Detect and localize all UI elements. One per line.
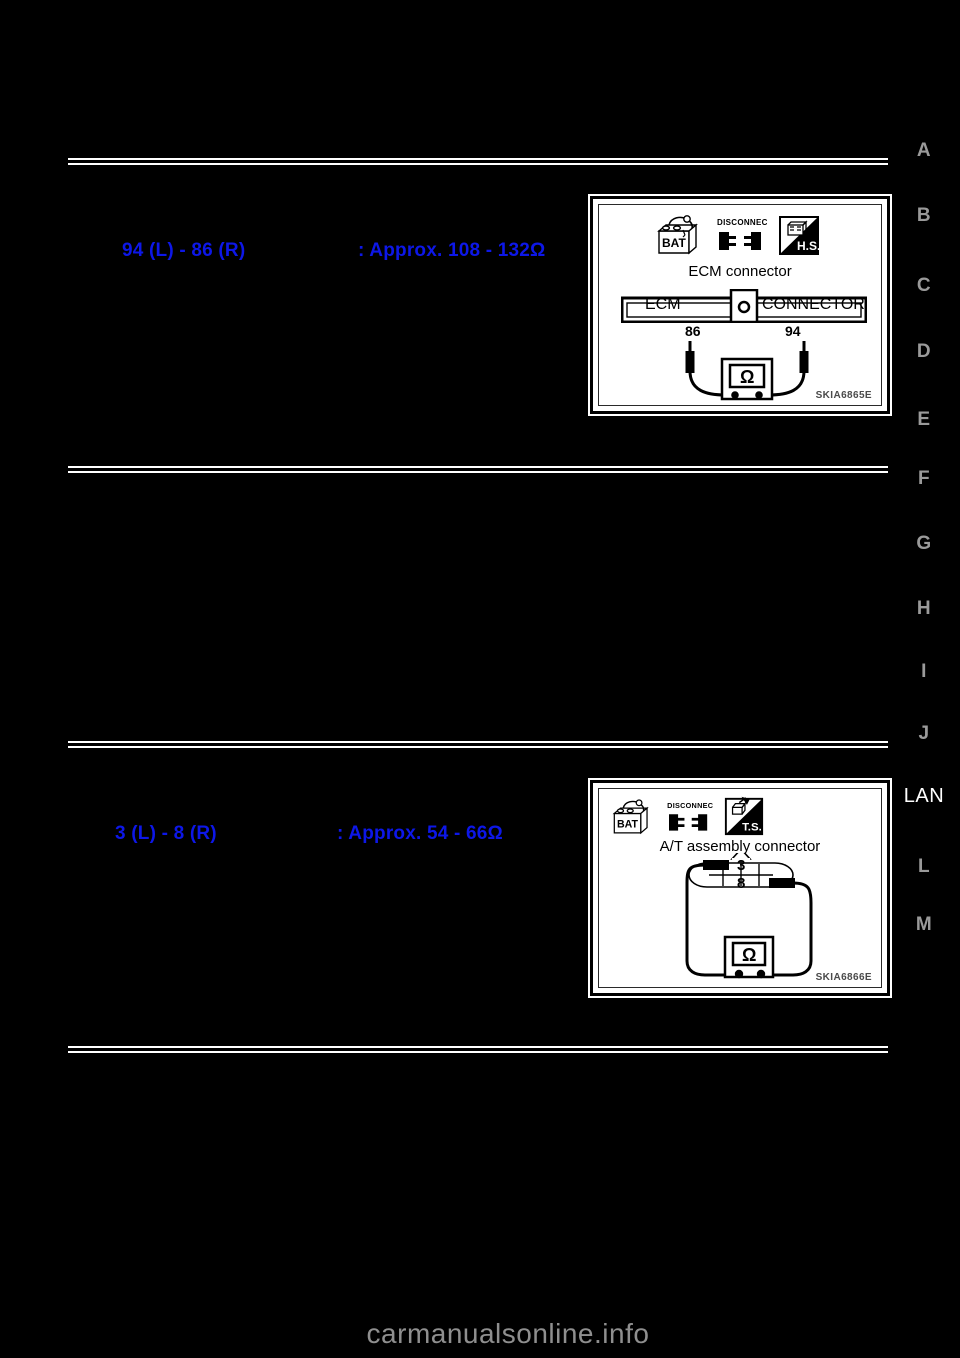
divider-line-lower bbox=[68, 1051, 888, 1053]
svg-text:Ω: Ω bbox=[740, 367, 754, 387]
svg-text:DISCONNECT: DISCONNECT bbox=[717, 218, 767, 227]
divider-line-upper bbox=[68, 466, 888, 468]
sidebar-item-e[interactable]: E bbox=[888, 409, 960, 431]
svg-text:DISCONNECT: DISCONNECT bbox=[667, 801, 713, 810]
sidebar-item-j[interactable]: J bbox=[888, 723, 960, 745]
figure-caption: ECM connector bbox=[688, 263, 792, 280]
disconnect-icon: DISCONNECT bbox=[715, 213, 773, 257]
sidebar-item-f[interactable]: F bbox=[888, 468, 960, 490]
svg-text:T.S.: T.S. bbox=[742, 821, 762, 833]
section-divider-second bbox=[68, 466, 888, 473]
ecm-resistance-terminals: 94 (L) - 86 (R) bbox=[122, 240, 246, 261]
svg-text:BAT: BAT bbox=[662, 236, 686, 250]
terminal-number-86: 86 bbox=[685, 323, 701, 339]
battery-icon: BAT bbox=[653, 213, 705, 257]
section-index-sidebar: A B C D E F G H I J LAN L M bbox=[888, 0, 960, 1358]
watermark-text: carmanualsonline.info bbox=[366, 1318, 650, 1349]
svg-text:BAT: BAT bbox=[617, 819, 639, 831]
sidebar-item-m[interactable]: M bbox=[888, 914, 960, 936]
figure-icon-row: BAT DISCONNECT bbox=[653, 213, 821, 257]
section-divider-top bbox=[68, 158, 888, 165]
figure-inner-frame: BAT DISCONNECT bbox=[598, 204, 882, 406]
sidebar-item-b[interactable]: B bbox=[888, 205, 960, 227]
section-divider-bottom bbox=[68, 1046, 888, 1053]
sidebar-item-d[interactable]: D bbox=[888, 341, 960, 363]
section-divider-third bbox=[68, 741, 888, 748]
at-resistance-value: : Approx. 54 - 66Ω bbox=[337, 823, 503, 844]
ecm-resistance-value: : Approx. 108 - 132Ω bbox=[358, 240, 546, 261]
figure-icon-row: BAT DISCONNECT bbox=[609, 795, 765, 837]
ts-tool-icon: T.S. bbox=[723, 795, 765, 837]
sidebar-item-c[interactable]: C bbox=[888, 275, 960, 297]
divider-line-lower bbox=[68, 746, 888, 748]
site-watermark: carmanualsonline.info bbox=[0, 1318, 960, 1350]
battery-icon: BAT bbox=[609, 797, 655, 837]
at-resistance-terminals: 3 (L) - 8 (R) bbox=[115, 823, 217, 844]
hs-hand-scanner-icon: H.S. bbox=[777, 213, 821, 257]
svg-text:Ω: Ω bbox=[742, 945, 756, 965]
ecm-connector-right-label: CONNECTOR bbox=[762, 296, 865, 313]
divider-line-lower bbox=[68, 471, 888, 473]
divider-line-upper bbox=[68, 1046, 888, 1048]
ohmmeter-circuit: Ω bbox=[685, 341, 809, 401]
sidebar-item-a[interactable]: A bbox=[888, 140, 960, 162]
disconnect-icon: DISCONNECT bbox=[665, 797, 718, 837]
sidebar-item-g[interactable]: G bbox=[888, 533, 960, 555]
terminal-number-94: 94 bbox=[785, 323, 801, 339]
figure-code: SKIA6866E bbox=[815, 972, 872, 983]
figure-code: SKIA6865E bbox=[815, 390, 872, 401]
ecm-connector-left-label: ECM bbox=[645, 296, 681, 313]
svg-text:H.S.: H.S. bbox=[797, 239, 820, 253]
figure-inner-frame: BAT DISCONNECT bbox=[598, 788, 882, 988]
ecm-connector-figure: BAT DISCONNECT bbox=[588, 194, 892, 416]
divider-line-upper bbox=[68, 741, 888, 743]
at-ohmmeter-circuit: Ω bbox=[685, 860, 813, 979]
sidebar-item-i[interactable]: I bbox=[888, 661, 960, 683]
sidebar-item-lan[interactable]: LAN bbox=[888, 785, 960, 808]
divider-line-lower bbox=[68, 163, 888, 165]
at-assembly-connector-figure: BAT DISCONNECT T.S. A/T assembly connect… bbox=[588, 778, 892, 998]
divider-line-upper bbox=[68, 158, 888, 160]
sidebar-item-h[interactable]: H bbox=[888, 598, 960, 620]
sidebar-item-l[interactable]: L bbox=[888, 856, 960, 878]
